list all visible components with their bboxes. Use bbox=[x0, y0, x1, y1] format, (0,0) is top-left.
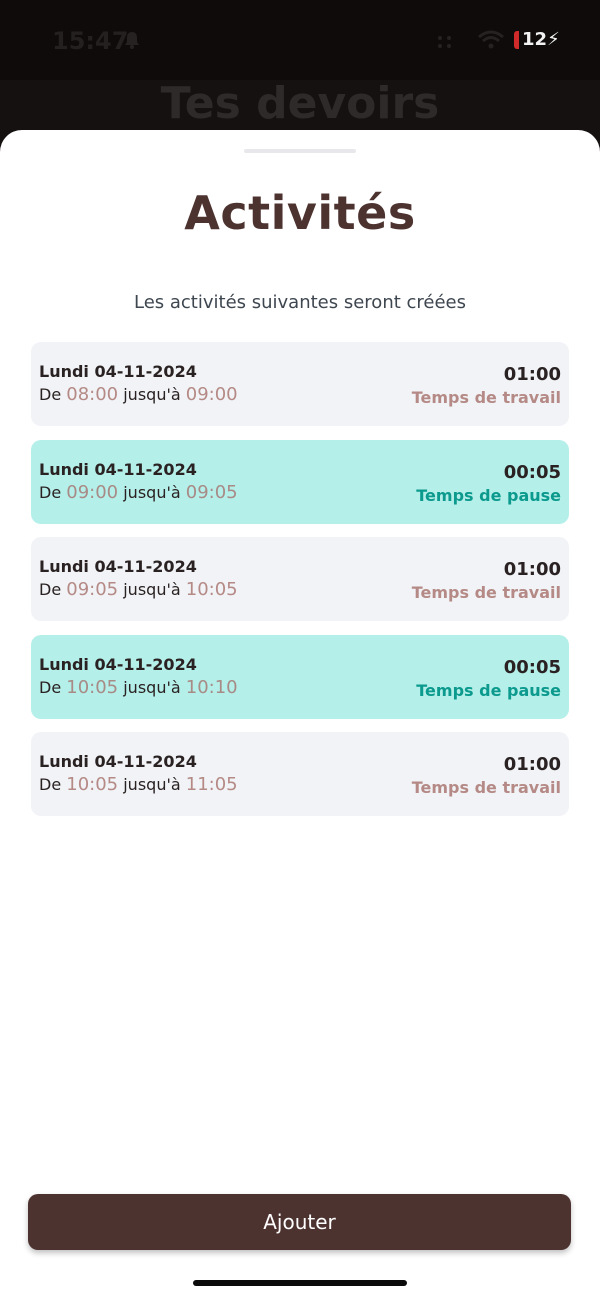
bell-icon bbox=[125, 32, 139, 49]
sheet-title: Activités bbox=[184, 186, 416, 240]
activity-date: Lundi 04-11-2024 bbox=[39, 362, 197, 381]
activity-duration: 01:00 bbox=[503, 559, 561, 580]
activity-duration: 00:05 bbox=[503, 656, 561, 678]
activity-date: Lundi 04-11-2024 bbox=[39, 752, 197, 771]
activity-time-range: De 08:00 jusqu'à 09:00 bbox=[39, 384, 238, 405]
from-label: De bbox=[39, 775, 62, 794]
end-time: 10:05 bbox=[185, 579, 238, 600]
activity-time-range: De 10:05 jusqu'à 11:05 bbox=[39, 774, 238, 795]
end-time: 09:00 bbox=[185, 384, 238, 405]
activity-duration: 01:00 bbox=[503, 364, 561, 385]
battery-icon: 12⚡ bbox=[514, 29, 560, 51]
start-time: 08:00 bbox=[66, 384, 119, 405]
activity-card: Lundi 04-11-2024 De 10:05 jusqu'à 10:10 … bbox=[31, 634, 569, 719]
sheet-grabber[interactable] bbox=[244, 149, 356, 153]
home-indicator[interactable] bbox=[193, 1280, 407, 1286]
activity-type: Temps de pause bbox=[416, 485, 561, 505]
status-bar: 15:47 12⚡ bbox=[0, 0, 600, 80]
activity-time-range: De 09:00 jusqu'à 09:05 bbox=[39, 482, 238, 503]
background-page-title: Tes devoirs bbox=[160, 78, 440, 129]
activity-duration: 00:05 bbox=[503, 461, 561, 483]
start-time: 10:05 bbox=[66, 774, 119, 795]
activity-card: Lundi 04-11-2024 De 08:00 jusqu'à 09:00 … bbox=[31, 342, 569, 426]
end-time: 09:05 bbox=[185, 481, 238, 503]
start-time: 10:05 bbox=[66, 676, 119, 698]
bottom-sheet: Activités Les activités suivantes seront… bbox=[0, 130, 600, 1299]
activity-card: Lundi 04-11-2024 De 09:05 jusqu'à 10:05 … bbox=[31, 537, 569, 621]
activity-type: Temps de travail bbox=[411, 583, 561, 602]
from-label: De bbox=[39, 580, 62, 599]
add-button[interactable]: Ajouter bbox=[28, 1194, 571, 1250]
to-label: jusqu'à bbox=[123, 677, 181, 697]
end-time: 10:10 bbox=[185, 676, 238, 698]
to-label: jusqu'à bbox=[123, 482, 181, 502]
to-label: jusqu'à bbox=[123, 385, 181, 404]
start-time: 09:00 bbox=[66, 481, 119, 503]
to-label: jusqu'à bbox=[123, 775, 181, 794]
wifi-icon bbox=[478, 30, 504, 49]
activity-time-range: De 09:05 jusqu'à 10:05 bbox=[39, 579, 238, 600]
from-label: De bbox=[39, 677, 62, 697]
activity-date: Lundi 04-11-2024 bbox=[39, 459, 197, 479]
battery-level: 12⚡ bbox=[522, 29, 560, 50]
end-time: 11:05 bbox=[185, 774, 238, 795]
sheet-subtitle: Les activités suivantes seront créées bbox=[133, 292, 467, 313]
battery-low-indicator bbox=[514, 31, 519, 49]
activity-type: Temps de travail bbox=[411, 778, 561, 797]
activity-time-range: De 10:05 jusqu'à 10:10 bbox=[39, 677, 238, 698]
activity-card: Lundi 04-11-2024 De 10:05 jusqu'à 11:05 … bbox=[31, 732, 569, 816]
start-time: 09:05 bbox=[66, 579, 119, 600]
from-label: De bbox=[39, 385, 62, 404]
to-label: jusqu'à bbox=[123, 580, 181, 599]
activity-type: Temps de travail bbox=[411, 388, 561, 407]
status-time: 15:47 bbox=[52, 27, 129, 55]
activity-duration: 01:00 bbox=[503, 754, 561, 775]
activity-card: Lundi 04-11-2024 De 09:00 jusqu'à 09:05 … bbox=[31, 439, 569, 524]
activity-list: Lundi 04-11-2024 De 08:00 jusqu'à 09:00 … bbox=[31, 342, 569, 830]
dots-icon bbox=[438, 36, 451, 48]
activity-date: Lundi 04-11-2024 bbox=[39, 654, 197, 674]
from-label: De bbox=[39, 482, 62, 502]
activity-type: Temps de pause bbox=[416, 680, 561, 700]
activity-date: Lundi 04-11-2024 bbox=[39, 557, 197, 576]
